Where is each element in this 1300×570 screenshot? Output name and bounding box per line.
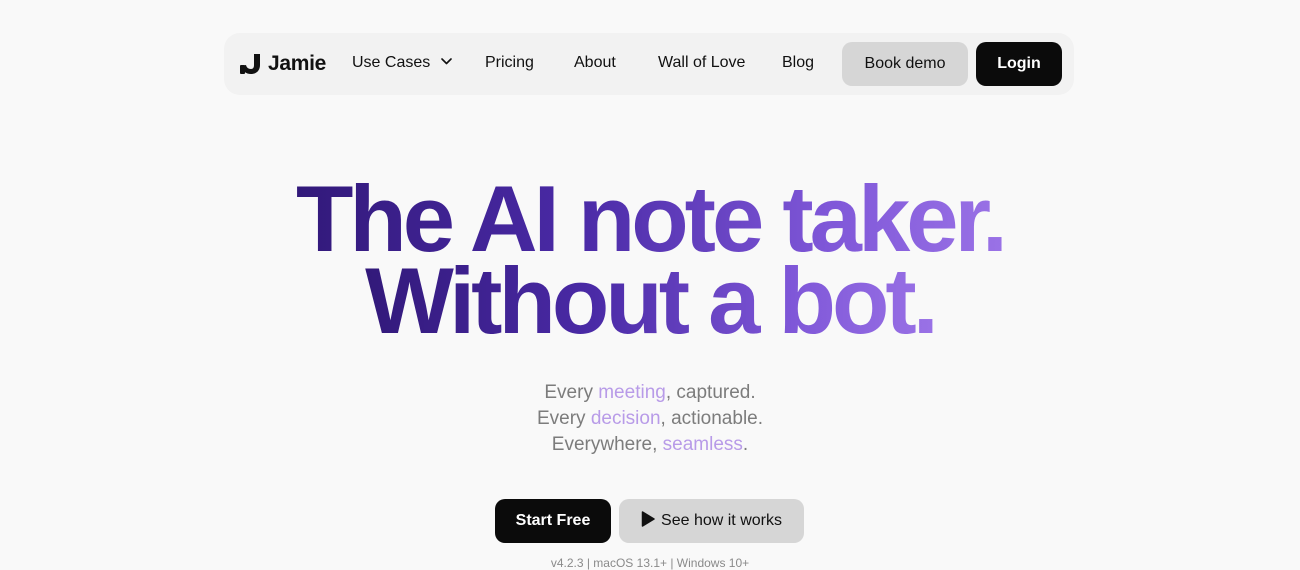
nav-about[interactable]: About bbox=[574, 54, 616, 72]
jamie-logo-icon bbox=[240, 54, 262, 74]
headline-line-2: Without a bot. bbox=[365, 248, 939, 353]
sub-line-3-highlight: seamless bbox=[662, 434, 743, 455]
hero-headline: The AI note taker. Without a bot. bbox=[0, 172, 1300, 348]
nav-wall-of-love[interactable]: Wall of Love bbox=[658, 54, 745, 72]
nav-pricing[interactable]: Pricing bbox=[485, 54, 534, 72]
sub-line-2: Every decision, actionable. bbox=[0, 406, 1300, 432]
nav-use-cases-label: Use Cases bbox=[352, 54, 431, 71]
start-free-button[interactable]: Start Free bbox=[495, 499, 611, 543]
sub-line-2-post: , actionable. bbox=[660, 408, 764, 429]
sub-line-1-pre: Every bbox=[544, 382, 599, 403]
see-how-it-works-button[interactable]: See how it works bbox=[619, 499, 804, 543]
top-nav: Jamie Use Cases Pricing About Wall of Lo… bbox=[224, 33, 1074, 95]
nav-blog[interactable]: Blog bbox=[782, 54, 814, 72]
brand-name: Jamie bbox=[268, 52, 327, 75]
nav-use-cases[interactable]: Use Cases bbox=[352, 54, 452, 72]
chevron-down-icon bbox=[440, 52, 452, 70]
sub-line-3-post: . bbox=[742, 434, 749, 455]
brand-logo-link[interactable]: Jamie bbox=[240, 52, 326, 76]
sub-line-2-highlight: decision bbox=[590, 408, 661, 429]
hero-subheadline: Every meeting, captured. Every decision,… bbox=[0, 380, 1300, 458]
sub-line-1: Every meeting, captured. bbox=[0, 380, 1300, 406]
login-button[interactable]: Login bbox=[976, 42, 1062, 86]
version-info: v4.2.3 | macOS 13.1+ | Windows 10+ bbox=[550, 556, 750, 570]
sub-line-1-highlight: meeting bbox=[598, 382, 666, 403]
play-icon bbox=[641, 510, 661, 532]
sub-line-1-post: , captured. bbox=[665, 382, 756, 403]
sub-line-3-pre: Everywhere, bbox=[551, 434, 663, 455]
sub-line-2-pre: Every bbox=[536, 408, 591, 429]
sub-line-3: Everywhere, seamless. bbox=[0, 432, 1300, 458]
book-demo-button[interactable]: Book demo bbox=[842, 42, 968, 86]
see-how-it-works-label: See how it works bbox=[661, 512, 782, 529]
